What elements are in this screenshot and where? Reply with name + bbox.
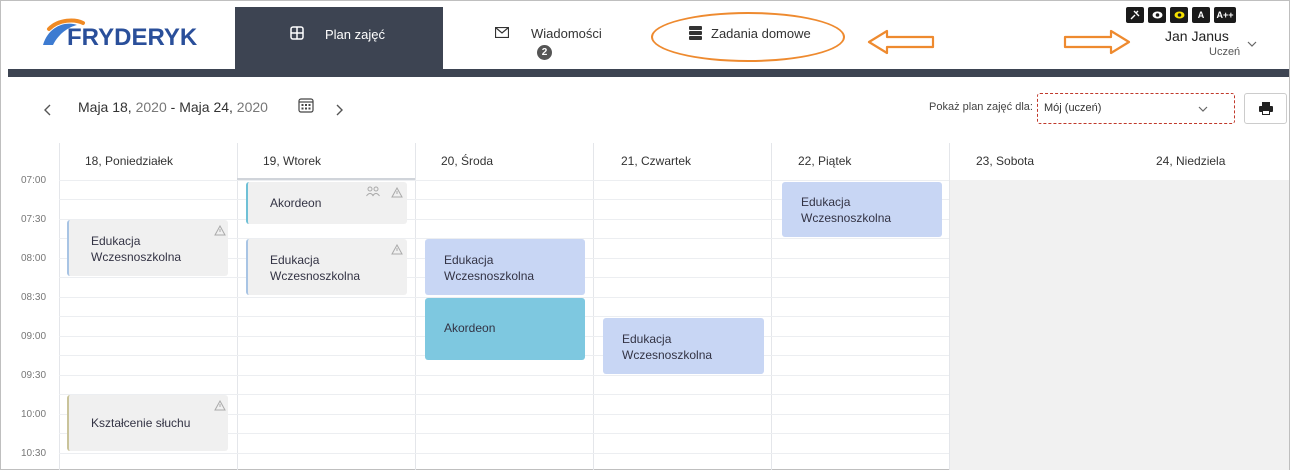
event-card[interactable]: Edukacja Wczesnoszkolna	[246, 239, 407, 295]
contrast-button[interactable]	[1148, 7, 1166, 23]
nav-wiadomosci[interactable]: Wiadomości 2	[489, 7, 629, 69]
event-title-line1: Edukacja	[91, 234, 141, 248]
day-header-saturday: 23, Sobota	[976, 154, 1035, 168]
chevron-down-icon[interactable]	[1247, 39, 1257, 49]
event-card[interactable]: Akordeon	[425, 298, 585, 360]
nav-wiadomosci-label: Wiadomości	[531, 26, 602, 41]
day-header-tuesday: 19, Wtorek	[263, 154, 322, 168]
day-header-wednesday: 20, Środa	[441, 154, 494, 168]
nav-plan-label: Plan zajęć	[325, 27, 385, 42]
event-title-line1: Edukacja	[270, 253, 320, 267]
date-range: Maja 18, 2020 - Maja 24, 2020	[78, 99, 268, 115]
event-card[interactable]: Edukacja Wczesnoszkolna	[603, 318, 764, 374]
event-title-line1: Edukacja	[801, 195, 851, 209]
chevron-left-icon[interactable]	[43, 103, 53, 117]
range-separator: -	[166, 99, 180, 115]
fryderyk-logo[interactable]: FRYDERYK	[39, 15, 209, 55]
user-name[interactable]: Jan Janus	[1165, 28, 1229, 44]
week-calendar: 18, Poniedziałek 19, Wtorek 20, Środa 21…	[1, 143, 1289, 470]
day-header-sunday: 24, Niedziela	[1156, 154, 1226, 168]
day-header-thursday: 21, Czwartek	[621, 154, 692, 168]
user-role: Uczeń	[1209, 46, 1241, 58]
calendar-icon[interactable]	[298, 97, 314, 113]
envelope-icon	[495, 27, 509, 38]
select-value: Mój (uczeń)	[1044, 102, 1102, 114]
nav-plan-zajec[interactable]: Plan zajęć	[235, 7, 443, 69]
contrast-yellow-button[interactable]	[1170, 7, 1188, 23]
time-label: 10:00	[21, 409, 47, 420]
range-start-year: 2020	[135, 99, 167, 115]
warning-icon	[214, 225, 226, 236]
top-header: FRYDERYK Plan zajęć Wiadomości 2 Zadania…	[1, 1, 1289, 69]
event-title-line1: Akordeon	[270, 196, 322, 210]
day-header-monday: 18, Poniedziałek	[85, 154, 174, 168]
column-divider	[237, 143, 238, 470]
range-end-year: 2020	[236, 99, 268, 115]
column-divider	[771, 143, 772, 470]
time-label: 09:00	[21, 331, 47, 342]
event-card[interactable]: Edukacja Wczesnoszkolna	[425, 239, 585, 295]
time-label: 07:00	[21, 175, 47, 186]
day-header-friday: 22, Piątek	[798, 154, 852, 168]
event-title-line1: Akordeon	[444, 321, 496, 335]
group-icon	[366, 186, 380, 197]
schedule-toolbar: Maja 18, 2020 - Maja 24, 2020 Pokaż plan…	[1, 77, 1289, 143]
range-end: Maja 24,	[179, 99, 233, 115]
event-card[interactable]: Edukacja Wczesnoszkolna	[782, 182, 942, 237]
grid-icon	[290, 26, 304, 40]
event-card[interactable]: Edukacja Wczesnoszkolna	[67, 220, 228, 276]
event-title-line2: Wczesnoszkolna	[270, 269, 361, 283]
event-title-line2: Wczesnoszkolna	[801, 211, 892, 225]
event-card[interactable]: Kształcenie słuchu	[67, 395, 228, 451]
font-normal-button[interactable]: A	[1192, 7, 1210, 23]
time-label: 08:00	[21, 253, 47, 264]
eye-icon	[1152, 11, 1162, 19]
column-divider	[415, 143, 416, 470]
annotation-arrow-left-icon	[867, 29, 935, 55]
grid-line	[59, 453, 949, 454]
column-divider	[59, 143, 60, 470]
unread-badge: 2	[537, 45, 552, 60]
event-title-line1: Edukacja	[444, 253, 494, 267]
font-larger-button[interactable]: A++	[1214, 7, 1236, 23]
chevron-right-icon[interactable]	[334, 103, 344, 117]
warning-icon	[214, 400, 226, 411]
event-title-line2: Wczesnoszkolna	[91, 250, 182, 264]
event-card[interactable]: Akordeon	[246, 182, 407, 224]
time-label: 08:30	[21, 292, 47, 303]
column-divider	[593, 143, 594, 470]
column-divider	[949, 143, 950, 470]
event-title-line1: Kształcenie słuchu	[91, 416, 191, 430]
app-window: FRYDERYK Plan zajęć Wiadomości 2 Zadania…	[0, 0, 1290, 470]
logo-text: FRYDERYK	[67, 24, 198, 51]
pin-button[interactable]	[1126, 7, 1144, 23]
time-label: 07:30	[21, 214, 47, 225]
warning-icon	[391, 187, 403, 198]
range-start: Maja 18,	[78, 99, 132, 115]
event-title-line1: Edukacja	[622, 332, 672, 346]
grid-line	[59, 180, 949, 181]
grid-line	[59, 375, 949, 376]
print-button[interactable]	[1244, 93, 1287, 124]
pin-icon	[1130, 10, 1140, 20]
schedule-for-select[interactable]: Mój (uczeń)	[1037, 93, 1235, 124]
weekend-background	[949, 180, 1289, 470]
annotation-ellipse	[651, 12, 845, 62]
event-title-line2: Wczesnoszkolna	[622, 348, 713, 362]
annotation-arrow-right-icon	[1063, 29, 1131, 55]
printer-icon	[1259, 102, 1273, 115]
eye-yellow-icon	[1174, 11, 1184, 19]
event-title-line2: Wczesnoszkolna	[444, 269, 535, 283]
header-divider-bar	[8, 69, 1289, 77]
time-label: 10:30	[21, 448, 47, 459]
warning-icon	[391, 244, 403, 255]
filter-label: Pokaż plan zajęć dla:	[929, 101, 1033, 113]
time-label: 09:30	[21, 370, 47, 381]
chevron-down-icon	[1198, 106, 1208, 112]
